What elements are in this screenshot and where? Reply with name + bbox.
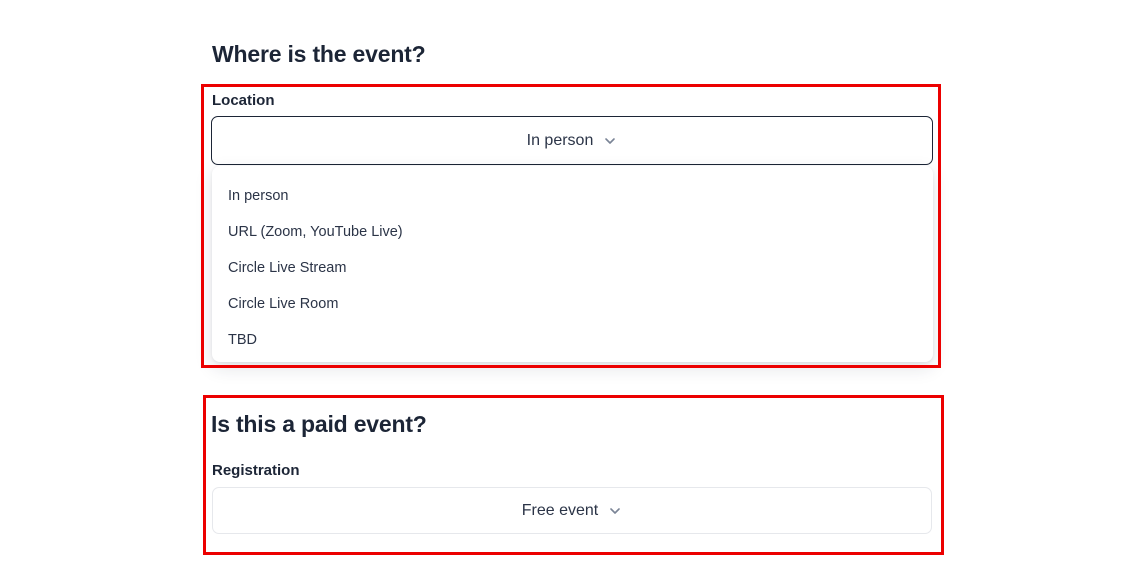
registration-select-value: Free event xyxy=(521,501,599,519)
paid-section-heading: Is this a paid event? xyxy=(211,411,427,437)
location-option-url[interactable]: URL (Zoom, YouTube Live) xyxy=(212,214,933,250)
location-select[interactable]: In person xyxy=(211,116,933,165)
location-option-circle-live-room[interactable]: Circle Live Room xyxy=(212,286,933,322)
location-select-value: In person xyxy=(526,131,594,149)
registration-field-label: Registration xyxy=(212,462,300,479)
chevron-down-icon xyxy=(603,134,617,148)
chevron-down-icon xyxy=(608,504,622,518)
registration-select[interactable]: Free event xyxy=(212,487,932,534)
location-option-in-person[interactable]: In person xyxy=(212,178,933,214)
location-dropdown-menu: In person URL (Zoom, YouTube Live) Circl… xyxy=(212,166,933,362)
event-form-page: Where is the event? Location In person I… xyxy=(0,0,1140,587)
location-field-label: Location xyxy=(212,92,275,109)
location-option-tbd[interactable]: TBD xyxy=(212,322,933,358)
location-section-heading: Where is the event? xyxy=(212,41,426,67)
location-option-circle-live-stream[interactable]: Circle Live Stream xyxy=(212,250,933,286)
